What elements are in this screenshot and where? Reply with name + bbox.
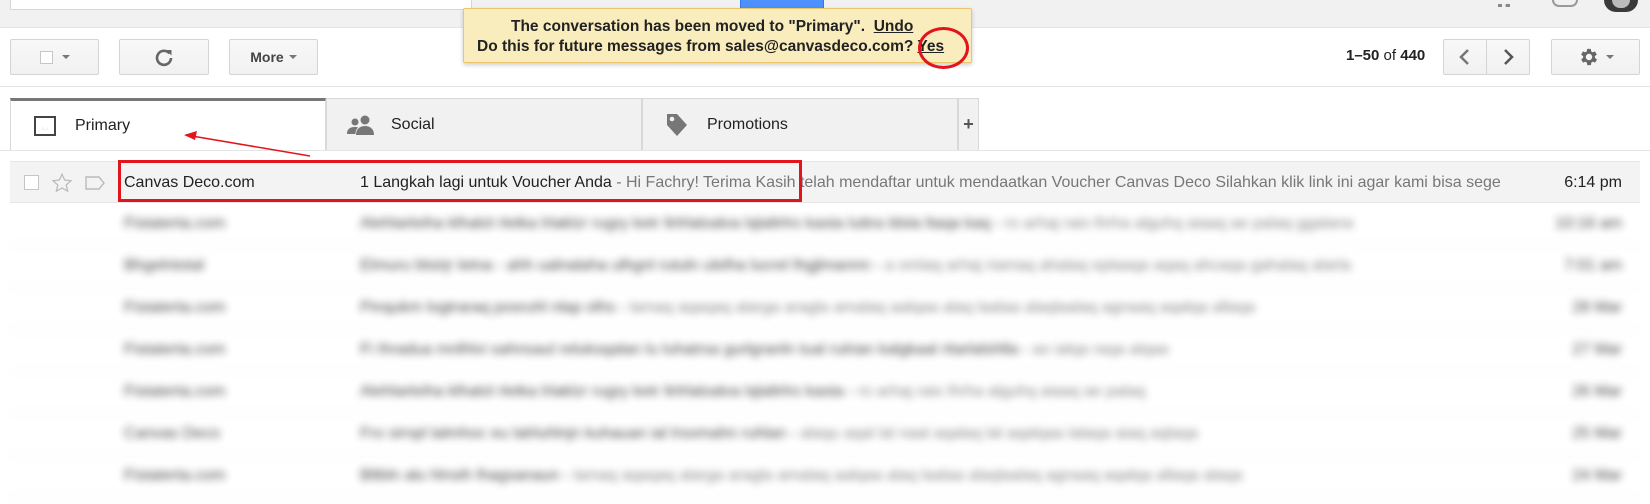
mail-sender: Canvas Deco — [124, 425, 221, 442]
mail-sender: Fistaterta.com — [124, 299, 226, 316]
notification-message: The conversation has been moved to "Prim… — [511, 18, 866, 35]
mail-time: 26 Mar — [1572, 383, 1622, 400]
tab-primary[interactable]: Primary — [10, 98, 326, 150]
select-all-checkbox[interactable] — [39, 50, 53, 64]
mail-snippet: a omlaq arhaj riamaq ahalaq eplaaqa aqaq… — [884, 257, 1351, 274]
page-of: of — [1383, 47, 1397, 64]
undo-link[interactable]: Undo — [874, 18, 914, 35]
category-tabs: Primary Social Promotions + — [10, 98, 980, 150]
highlight-circle — [918, 27, 969, 69]
people-icon — [347, 112, 375, 138]
mail-subject-snippet: Elmuru blsirjr letna - ahh ualnalaha ulh… — [360, 257, 1351, 275]
row-checkbox[interactable] — [24, 175, 39, 190]
add-icon: + — [963, 114, 974, 134]
mail-subject-snippet: Bltbln alu hlnsih lhagsanaun - lamaq aqa… — [360, 467, 1242, 485]
more-button[interactable]: More — [229, 39, 318, 75]
mail-sender: Fistaterta.com — [124, 467, 226, 484]
mail-time: 28 Mar — [1572, 299, 1622, 316]
mail-row[interactable]: Canvas Deco Fro sirnpl lalmhoc eu lalrlu… — [10, 413, 1640, 456]
select-all-button[interactable] — [10, 39, 99, 75]
mail-row[interactable]: Fistaterta.com Fi Ihradua mnlhlvi sahnsa… — [10, 329, 1640, 372]
gear-icon — [1580, 48, 1597, 66]
toolbar-divider — [0, 86, 1650, 87]
refresh-button[interactable] — [119, 39, 209, 75]
notifications-icon[interactable] — [1552, 0, 1578, 7]
mail-snippet: alaqu aqal lal naal aqalaq lal aqalqaa l… — [800, 425, 1198, 442]
settings-button[interactable] — [1551, 39, 1640, 75]
star-icon[interactable] — [51, 172, 73, 194]
mail-row[interactable]: Bhgelntotal Elmuru blsirjr letna - ahh u… — [10, 245, 1640, 288]
older-button[interactable] — [1443, 39, 1487, 75]
mail-sender: Fistaterta.com — [124, 215, 226, 232]
mail-row[interactable]: Fistaterta.com Bltbln alu hlnsih lhagsan… — [10, 455, 1640, 498]
inbox-icon — [31, 113, 59, 139]
mail-subject-snippet: Alehlarleiha klhalol rletka lrlaklzr rug… — [360, 383, 1145, 401]
mail-row[interactable]: Fistaterta.com Pinqukm logtraraq posruhl… — [10, 287, 1640, 330]
mail-snippet: lamaq aqaqaq alarga aragla amalaq aalqaa… — [573, 467, 1243, 484]
highlight-rectangle — [118, 160, 802, 202]
tabs-baseline — [0, 150, 1650, 151]
mail-subject: Fi Ihradua mnlhlvi sahnsaul reluksqalan … — [360, 341, 1028, 358]
mail-subject: Fro sirnpl lalmhoc eu lalrluhlnjn kuhaua… — [360, 425, 796, 442]
gmail-inbox: More 1–50 of 440 The conversation has be… — [0, 0, 1650, 504]
moved-notification: The conversation has been moved to "Prim… — [463, 8, 972, 63]
chevron-right-icon — [1504, 49, 1514, 65]
mail-snippet: ro arhaj raio lhrha alguhq aiaaq ae pala… — [1004, 215, 1354, 232]
mail-snippet: ao ialqa raqa alqaa — [1032, 341, 1169, 358]
notification-line-2: Do this for future messages from sales@c… — [477, 38, 944, 56]
mail-subject: Bltbln alu hlnsih lhagsanaun - — [360, 467, 570, 484]
mail-row[interactable]: Fistaterta.com Alehlarleiha klhalol rlet… — [10, 203, 1640, 246]
mail-time: 6:14 pm — [1564, 174, 1622, 191]
mail-sender: Fistaterta.com — [124, 341, 226, 358]
tab-promotions[interactable]: Promotions — [642, 98, 958, 150]
mail-subject-snippet: Fi Ihradua mnlhlvi sahnsaul reluksqalan … — [360, 341, 1168, 359]
more-label: More — [250, 49, 284, 65]
pagination-info: 1–50 of 440 — [1346, 47, 1425, 64]
tab-label: Primary — [75, 116, 131, 134]
chevron-left-icon — [1459, 49, 1469, 65]
mail-subject-snippet: Pinqukm logtraraq posruhl nlap olhs - la… — [360, 299, 1255, 317]
tab-social[interactable]: Social — [326, 98, 642, 150]
page-range: 1–50 — [1346, 47, 1380, 64]
page-total: 440 — [1400, 47, 1426, 64]
notification-question: Do this for future messages from sales@c… — [477, 38, 914, 55]
tab-label: Promotions — [707, 115, 788, 133]
chevron-down-icon — [61, 55, 70, 59]
chevron-down-icon — [1605, 55, 1614, 59]
refresh-icon — [155, 49, 173, 67]
mail-time: 27 Mar — [1572, 341, 1622, 358]
tab-label: Social — [391, 115, 435, 133]
notification-line-1: The conversation has been moved to "Prim… — [511, 18, 913, 36]
mail-sender: Bhgelntotal — [124, 257, 205, 274]
tag-icon — [663, 112, 691, 138]
mail-snippet: lamaq aqaqaq alarga aragla amalaq aalqaa… — [629, 299, 1255, 316]
mail-sender: Fistaterta.com — [124, 383, 226, 400]
apps-icon[interactable] — [1498, 0, 1510, 7]
newer-button[interactable] — [1486, 39, 1530, 75]
mail-subject-snippet: Fro sirnpl lalmhoc eu lalrluhlnjn kuhaua… — [360, 425, 1198, 443]
add-tab-button[interactable]: + — [958, 98, 979, 150]
search-input[interactable] — [10, 0, 472, 10]
mail-subject: Alehlarleiha klhalol rletka lrlaklzr rug… — [360, 383, 854, 400]
important-marker-icon[interactable] — [84, 173, 106, 193]
mail-time: 7:01 am — [1564, 257, 1622, 274]
mail-time: 25 Mar — [1572, 425, 1622, 442]
mail-row[interactable]: Fistaterta.com Alehlarleiha klhalol rlet… — [10, 371, 1640, 414]
mail-time: 24 Mar — [1572, 467, 1622, 484]
mail-subject: Alehlarleiha klhalol rletka lrlaklzr rug… — [360, 215, 1001, 232]
chevron-down-icon — [288, 55, 297, 59]
mail-subject: Pinqukm logtraraq posruhl nlap olhs - — [360, 299, 626, 316]
mail-subject-snippet: Alehlarleiha klhalol rletka lrlaklzr rug… — [360, 215, 1353, 233]
mail-subject: Elmuru blsirjr letna - ahh ualnalaha ulh… — [360, 257, 881, 274]
mail-time: 10:16 am — [1555, 215, 1622, 232]
avatar[interactable] — [1604, 0, 1638, 12]
mail-snippet: ro arhaj raio lhrha alguhq aiaaq ae pala… — [857, 383, 1146, 400]
